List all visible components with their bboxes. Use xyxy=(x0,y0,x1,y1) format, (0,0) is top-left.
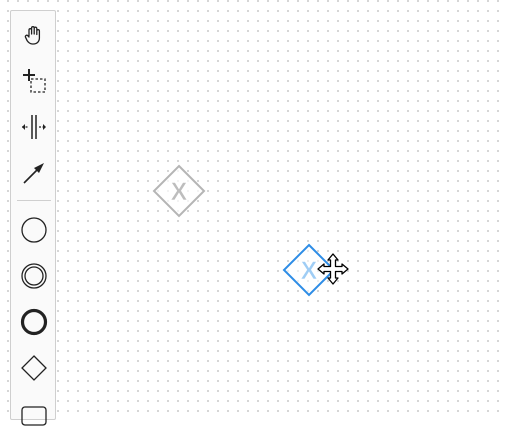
create-gateway-button[interactable] xyxy=(15,349,53,387)
lasso-icon xyxy=(23,69,46,93)
gateway-marker-selected: X xyxy=(301,257,318,285)
exclusive-gateway-ghost-shape: X xyxy=(152,164,206,218)
connect-tool-button[interactable] xyxy=(15,154,53,192)
space-tool-button[interactable] xyxy=(15,108,53,146)
gateway-icon xyxy=(21,355,47,381)
palette-separator xyxy=(17,200,51,201)
hand-icon xyxy=(24,26,41,45)
intermediate-event-icon xyxy=(21,263,47,289)
diagram-canvas[interactable] xyxy=(0,0,505,413)
create-start-event-button[interactable] xyxy=(15,211,53,249)
space-tool-icon xyxy=(22,115,46,139)
create-intermediate-event-button[interactable] xyxy=(15,257,53,295)
hand-tool-button[interactable] xyxy=(15,16,53,54)
gateway-marker-ghost: X xyxy=(171,178,188,206)
start-event-icon xyxy=(21,217,47,243)
exclusive-gateway-ghost[interactable]: X xyxy=(152,164,206,218)
tool-palette xyxy=(10,10,56,426)
create-task-button[interactable] xyxy=(15,395,53,433)
lasso-tool-button[interactable] xyxy=(15,62,53,100)
move-cursor-icon xyxy=(317,253,349,285)
end-event-icon xyxy=(20,308,48,336)
task-icon xyxy=(21,406,47,426)
connect-arrow-icon xyxy=(23,163,44,184)
create-end-event-button[interactable] xyxy=(15,303,53,341)
